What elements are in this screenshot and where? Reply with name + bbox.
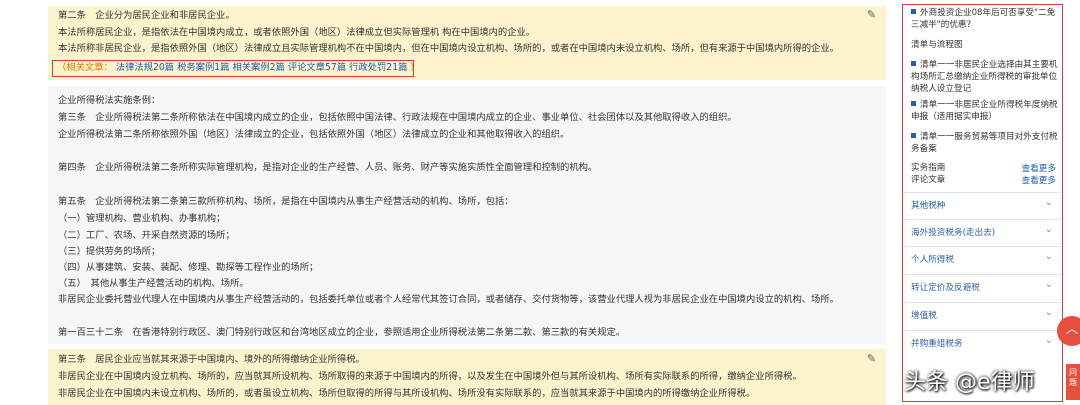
article-line: 非居民企业在中国境内未设立机构、场所的，或者虽设立机构、场所但取得的所得与其所设… — [58, 388, 756, 399]
category-mna[interactable]: 并购重组税务 ⌄ — [903, 330, 1061, 355]
comment-label: 评论文章 — [911, 175, 946, 185]
explanation-line: 企业所得税法第二条所称依照外国（地区）法律成立的企业，包括依照外国（地区）法律成… — [58, 129, 570, 140]
article-title: 第二条 企业分为居民企业和非居民企业。 — [58, 10, 235, 21]
bullet-icon — [911, 101, 916, 106]
sidebar-list-item[interactable]: 清单一一非居民企业所得税年度纳税申报（适用据实申报） — [911, 99, 1061, 123]
explanation-line: （五） 其他从事生产经营活动的机构、场所。 — [58, 278, 249, 289]
explanation-line: 第四条 企业所得税法第二条所称实际管理机构，是指对企业的生产经营、人员、账务、财… — [58, 162, 598, 173]
feedback-tab[interactable]: 问题 — [1066, 364, 1080, 400]
sidebar: 外商投资企业08年后可否享受"二免三减半"的优惠？ 清单与流程图 清单一一非居民… — [902, 4, 1063, 402]
chevron-down-icon: ⌄ — [1044, 197, 1053, 208]
category-transfer-pricing[interactable]: 转让定价及反避税 ⌄ — [903, 274, 1061, 299]
bullet-icon — [911, 9, 916, 14]
explanation-line: 第五条 企业所得税法第二条第三款所称机构、场所，是指在中国境内从事生产经营活动的… — [58, 196, 514, 207]
article-line: 本法所称居民企业，是指依法在中国境内成立，或者依照外国（地区）法律成立但实际管理… — [58, 27, 536, 38]
sidebar-section-title: 清单与流程图 — [911, 40, 963, 50]
explanation-line: 非居民企业委托营业代理人在中国境内从事生产经营活动的，包括委托单位或者个人经常代… — [58, 294, 839, 305]
pencil-icon[interactable]: ✎ — [865, 352, 878, 365]
article-line: 非居民企业在中国境内设立机构、场所的，应当就其所设机构、场所取得的来源于中国境内… — [58, 371, 802, 382]
related-label: （相关文章： — [57, 62, 113, 73]
bullet-icon — [911, 133, 916, 138]
link-penalties[interactable]: 行政处罚21篇 — [349, 62, 407, 73]
explanation-block: 企业所得税法实施条例： 第三条 企业所得税法第二条所称依法在中国境内成立的企业，… — [48, 86, 886, 344]
explanation-title: 企业所得税法实施条例： — [58, 95, 161, 106]
sidebar-list-item[interactable]: 清单一一服务贸易等项目对外支付税务备案 — [911, 131, 1061, 155]
article-block-2: 第二条 企业分为居民企业和非居民企业。 本法所称居民企业，是指依法在中国境内成立… — [48, 6, 886, 80]
practice-more-link[interactable]: 查看更多 — [1022, 162, 1056, 174]
explanation-line: （二）工厂、农场、开采自然资源的场所； — [58, 230, 235, 241]
chevron-down-icon: ⌄ — [1044, 251, 1053, 262]
related-articles: （相关文章： 法律法规20篇 税务案例1篇 相关案例2篇 评论文章57篇 行政处… — [52, 60, 414, 77]
article-block-3: 第三条 居民企业应当就其来源于中国境内、境外的所得缴纳企业所得税。 非居民企业在… — [48, 349, 886, 405]
explanation-line: （一）管理机构、营业机构、办事机构； — [58, 213, 226, 224]
link-related-cases[interactable]: 相关案例2篇 — [232, 62, 284, 73]
pencil-icon[interactable]: ✎ — [865, 8, 878, 21]
comment-more-link[interactable]: 查看更多 — [1022, 174, 1056, 186]
explanation-line: （三）提供劳务的场所； — [58, 246, 161, 257]
link-laws[interactable]: 法律法规20篇 — [116, 62, 174, 73]
category-vat[interactable]: 增值税 ⌄ — [903, 302, 1061, 327]
article-title: 第三条 居民企业应当就其来源于中国境内、境外的所得缴纳企业所得税。 — [58, 354, 365, 365]
category-other-tax[interactable]: 其他税种 ⌄ — [903, 192, 1061, 217]
chevron-down-icon: ⌄ — [1044, 279, 1053, 290]
sidebar-list-item[interactable]: 清单一一非居民企业选择由其主要机构场所汇总缴纳企业所得税的审批单位纳税人设立登记 — [911, 59, 1061, 95]
link-comments[interactable]: 评论文章57篇 — [288, 62, 346, 73]
chevron-down-icon: ⌄ — [1044, 307, 1053, 318]
chevron-down-icon: ⌄ — [1044, 224, 1053, 235]
bullet-icon — [911, 61, 916, 66]
explanation-line: （四）从事建筑、安装、装配、修理、勘探等工程作业的场所； — [58, 262, 319, 273]
related-end: ） — [410, 62, 413, 73]
category-personal-tax[interactable]: 个人所得税 ⌄ — [903, 246, 1061, 271]
scroll-top-button[interactable]: ︿ — [1057, 316, 1080, 346]
practice-guide-label: 实务指南 — [911, 163, 946, 173]
chevron-up-icon: ︿ — [1065, 322, 1079, 337]
main-content: 第二条 企业分为居民企业和非居民企业。 本法所称居民企业，是指依法在中国境内成立… — [48, 0, 886, 405]
explanation-line: 第一百三十二条 在香港特别行政区、澳门特别行政区和台湾地区成立的企业，参照适用企… — [58, 327, 626, 338]
sidebar-top-item[interactable]: 外商投资企业08年后可否享受"二免三减半"的优惠？ — [911, 7, 1061, 31]
page: 第二条 企业分为居民企业和非居民企业。 本法所称居民企业，是指依法在中国境内成立… — [0, 0, 1080, 405]
article-line: 本法所称非居民企业，是指依照外国（地区）法律成立且实际管理机构不在中国境内，但在… — [58, 43, 839, 54]
watermark: 头条 @e律师 — [904, 370, 1035, 395]
link-tax-cases[interactable]: 税务案例1篇 — [177, 62, 229, 73]
chevron-down-icon: ⌄ — [1044, 335, 1053, 346]
explanation-line: 第三条 企业所得税法第二条所称依法在中国境内成立的企业，包括依照中国法律、行政法… — [58, 112, 737, 123]
category-overseas[interactable]: 海外投资税务(走出去) ⌄ — [903, 219, 1061, 244]
